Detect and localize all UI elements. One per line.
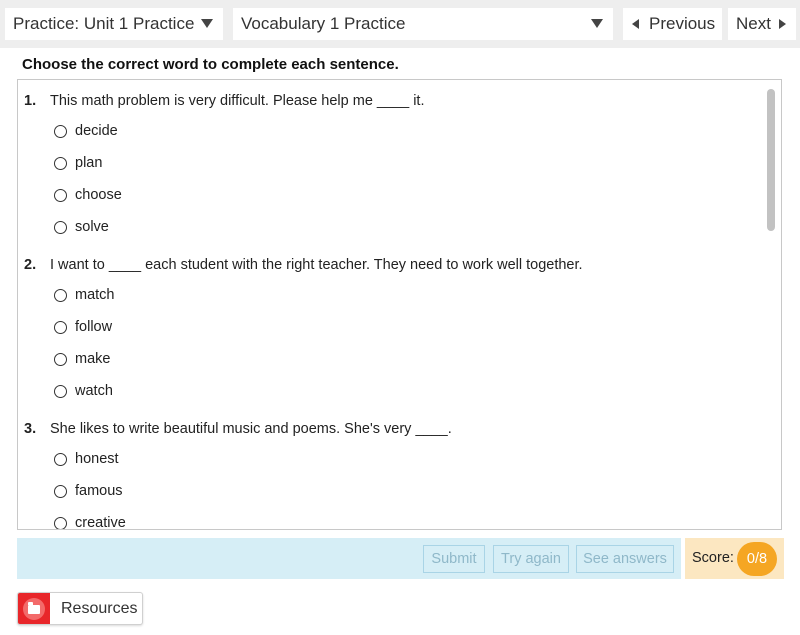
score-label: Score: [692,550,734,566]
question-number: 1. [24,93,37,109]
option-label: solve [75,219,109,235]
radio-button[interactable] [54,220,67,234]
option-match[interactable]: match [54,285,115,305]
action-bar: Submit Try again See answers [17,538,681,579]
unit-select-value: Practice: Unit 1 Practice [13,14,195,33]
option-label: decide [75,123,118,139]
radio-button[interactable] [54,452,67,466]
scrollbar[interactable] [767,86,775,523]
radio-button[interactable] [54,516,67,529]
chevron-down-icon [201,19,213,28]
try-again-button[interactable]: Try again [493,545,569,573]
option-label: make [75,351,111,367]
question-text: I want to ____ each student with the rig… [50,257,583,273]
chevron-down-icon [591,19,603,28]
option-plan[interactable]: plan [54,153,102,173]
resources-label: Resources [61,599,138,617]
score-box: Score: 0/8 [685,538,784,579]
option-decide[interactable]: decide [54,121,118,141]
arrow-left-icon [632,19,639,29]
score-value: 0/8 [737,542,777,576]
option-label: choose [75,187,122,203]
folder-icon [22,597,45,620]
option-famous[interactable]: famous [54,481,123,501]
option-solve[interactable]: solve [54,217,109,237]
top-navigation-bar: Practice: Unit 1 Practice Vocabulary 1 P… [0,0,800,48]
previous-label: Previous [649,14,716,33]
option-choose[interactable]: choose [54,185,122,205]
see-answers-button[interactable]: See answers [576,545,674,573]
question-text: This math problem is very difficult. Ple… [50,93,425,109]
arrow-right-icon [778,19,786,29]
option-label: honest [75,451,119,467]
option-honest[interactable]: honest [54,449,119,469]
unit-select-dropdown[interactable]: Practice: Unit 1 Practice [5,8,223,40]
resources-icon-box [18,593,50,624]
radio-button[interactable] [54,320,67,334]
previous-button[interactable]: Previous [623,8,722,40]
next-button[interactable]: Next [728,8,796,40]
option-label: famous [75,483,123,499]
radio-button[interactable] [54,188,67,202]
radio-button[interactable] [54,484,67,498]
next-label: Next [736,14,771,33]
question-number: 3. [24,421,37,437]
option-label: plan [75,155,103,171]
option-creative[interactable]: creative [54,513,126,530]
questions-panel[interactable]: 1. This math problem is very difficult. … [17,79,782,530]
radio-button[interactable] [54,384,67,398]
instructions-text: Choose the correct word to complete each… [22,56,399,73]
activity-select-value: Vocabulary 1 Practice [241,14,406,33]
submit-button[interactable]: Submit [423,545,485,573]
option-label: match [75,287,115,303]
option-label: watch [75,383,113,399]
option-make[interactable]: make [54,349,110,369]
radio-button[interactable] [54,352,67,366]
question-number: 2. [24,257,37,273]
option-label: follow [75,319,113,335]
radio-button[interactable] [54,288,67,302]
radio-button[interactable] [54,124,67,138]
option-follow[interactable]: follow [54,317,112,337]
resources-button[interactable]: Resources [17,592,143,625]
scrollbar-thumb[interactable] [767,89,775,231]
option-label: creative [75,515,126,530]
activity-select-dropdown[interactable]: Vocabulary 1 Practice [233,8,613,40]
radio-button[interactable] [54,156,67,170]
question-text: She likes to write beautiful music and p… [50,421,452,437]
option-watch[interactable]: watch [54,381,113,401]
